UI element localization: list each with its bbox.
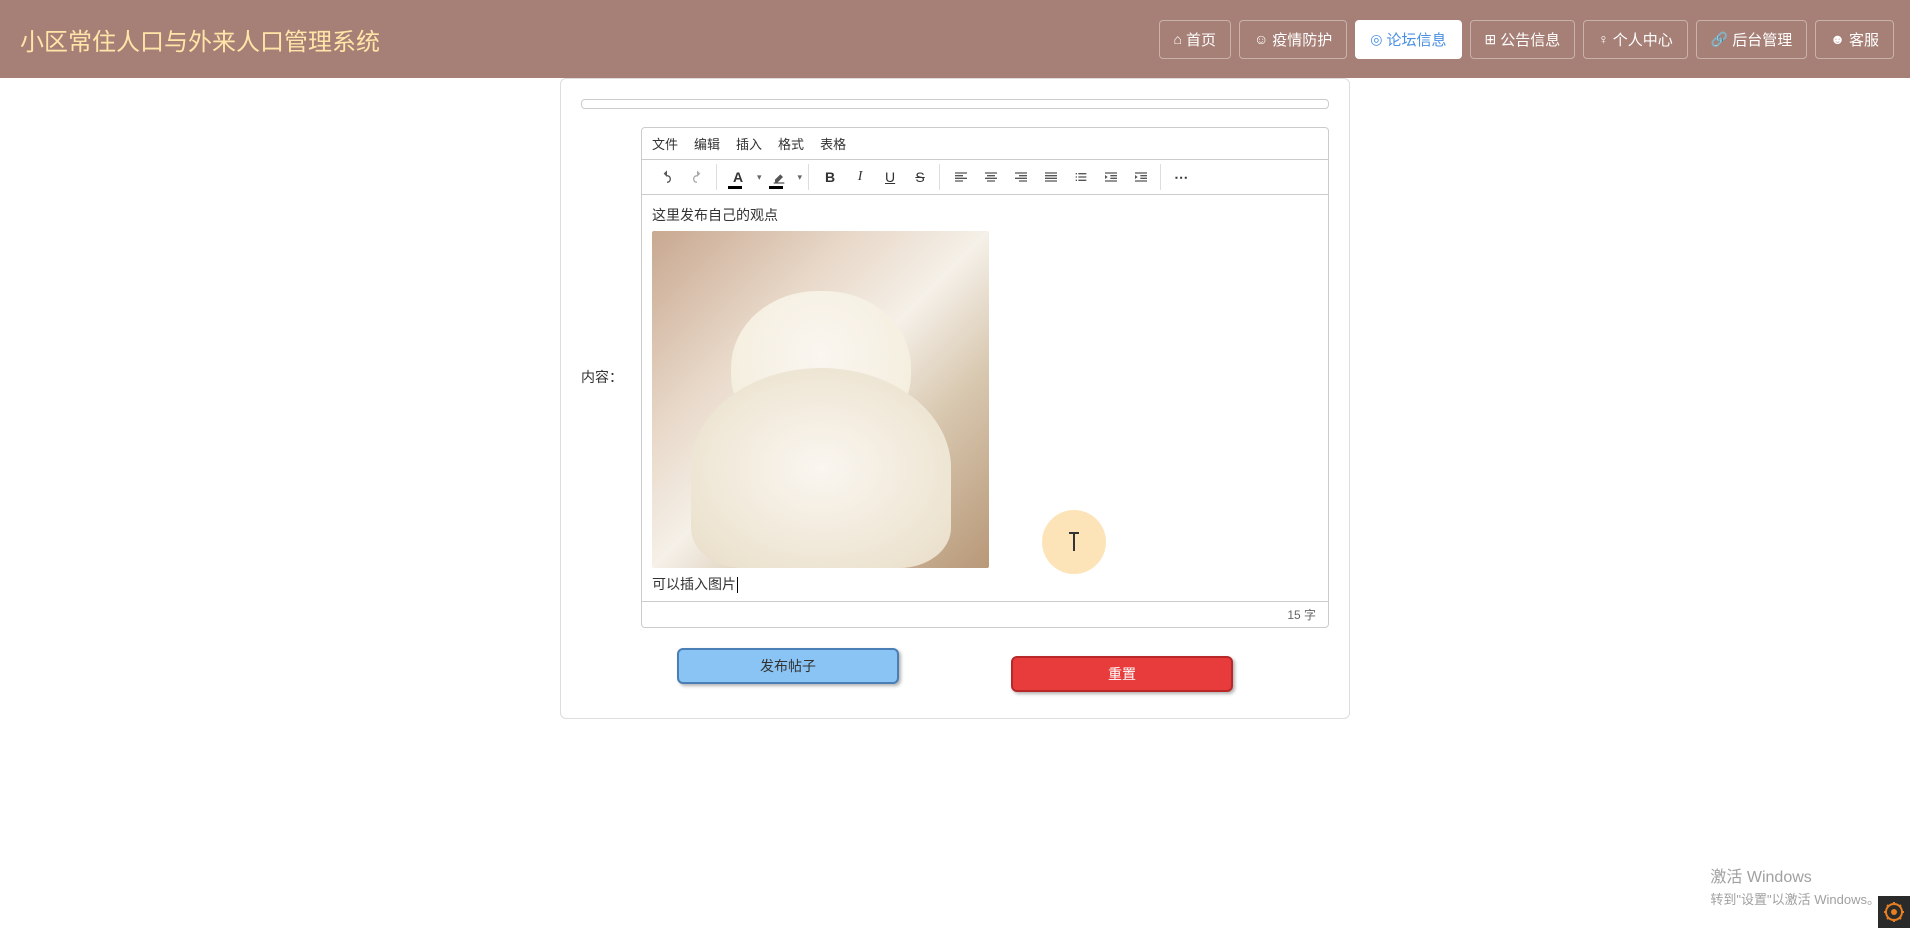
bold-icon: B <box>825 169 835 185</box>
nav-announce-label: 公告信息 <box>1500 29 1560 50</box>
content-text-line1: 这里发布自己的观点 <box>652 205 1318 225</box>
bold-button[interactable]: B <box>817 164 843 190</box>
cursor-position-indicator <box>1042 510 1106 574</box>
text-cursor <box>737 577 738 593</box>
text-color-icon: A <box>733 169 743 185</box>
menu-insert[interactable]: 插入 <box>736 134 762 153</box>
inserted-image[interactable] <box>652 231 989 568</box>
bg-color-button[interactable] <box>766 164 792 190</box>
editor-content-area[interactable]: 这里发布自己的观点 可以插入图片 <box>642 195 1328 601</box>
user-icon: ♀ <box>1598 31 1609 47</box>
bg-color-dropdown[interactable]: ▾ <box>798 172 803 183</box>
more-icon: ⋯ <box>1174 169 1190 186</box>
italic-button[interactable]: I <box>847 164 873 190</box>
indent-icon <box>1133 169 1149 185</box>
nav-epidemic-label: 疫情防护 <box>1272 29 1332 50</box>
align-left-icon <box>953 169 969 185</box>
windows-watermark: 激活 Windows 转到"设置"以激活 Windows。 <box>1710 863 1880 908</box>
corner-app-icon[interactable] <box>1878 896 1910 928</box>
nav-forum[interactable]: ◎ 论坛信息 <box>1355 20 1461 59</box>
home-icon: ⌂ <box>1174 31 1182 47</box>
main-nav: ⌂ 首页 ☺ 疫情防护 ◎ 论坛信息 ⊞ 公告信息 ♀ 个人中心 🔗 后台管理 … <box>1159 20 1895 59</box>
nav-backend-label: 后台管理 <box>1732 29 1792 50</box>
align-justify-button[interactable] <box>1038 164 1064 190</box>
redo-icon <box>689 169 705 185</box>
watermark-subtitle: 转到"设置"以激活 Windows。 <box>1710 889 1880 908</box>
list-button[interactable] <box>1068 164 1094 190</box>
underline-button[interactable]: U <box>877 164 903 190</box>
headset-icon: ☻ <box>1830 31 1845 47</box>
link-icon: 🔗 <box>1711 31 1728 48</box>
outdent-button[interactable] <box>1098 164 1124 190</box>
nav-personal-label: 个人中心 <box>1613 29 1673 50</box>
form-buttons: 发布帖子 重置 <box>581 628 1329 698</box>
align-left-button[interactable] <box>948 164 974 190</box>
text-color-button[interactable]: A <box>725 164 751 190</box>
rich-editor: 文件 编辑 插入 格式 表格 A <box>641 127 1329 628</box>
text-color-dropdown[interactable]: ▾ <box>757 172 762 183</box>
align-right-button[interactable] <box>1008 164 1034 190</box>
redo-button[interactable] <box>684 164 710 190</box>
content-text-line2: 可以插入图片 <box>652 574 1318 594</box>
chat-icon: ◎ <box>1370 31 1382 48</box>
strikethrough-button[interactable]: S <box>907 164 933 190</box>
nav-home-label: 首页 <box>1186 29 1216 50</box>
title-input-box[interactable] <box>581 99 1329 109</box>
content-row: 内容： 文件 编辑 插入 格式 表格 <box>581 127 1329 628</box>
main-form: 内容： 文件 编辑 插入 格式 表格 <box>560 78 1350 719</box>
align-justify-icon <box>1043 169 1059 185</box>
publish-button[interactable]: 发布帖子 <box>677 648 899 684</box>
app-title: 小区常住人口与外来人口管理系统 <box>20 22 380 57</box>
indent-button[interactable] <box>1128 164 1154 190</box>
word-count: 15 字 <box>642 601 1328 627</box>
list-icon <box>1073 169 1089 185</box>
nav-service[interactable]: ☻ 客服 <box>1815 20 1894 59</box>
nav-announce[interactable]: ⊞ 公告信息 <box>1470 20 1576 59</box>
outdent-icon <box>1103 169 1119 185</box>
underline-icon: U <box>885 169 895 185</box>
italic-icon: I <box>858 169 863 185</box>
grid-icon: ⊞ <box>1485 31 1497 48</box>
menu-file[interactable]: 文件 <box>652 134 678 153</box>
align-right-icon <box>1013 169 1029 185</box>
nav-home[interactable]: ⌂ 首页 <box>1159 20 1231 59</box>
menu-format[interactable]: 格式 <box>778 134 804 153</box>
menu-edit[interactable]: 编辑 <box>694 134 720 153</box>
editor-toolbar: A ▾ ▾ B I U S <box>642 160 1328 195</box>
align-center-icon <box>983 169 999 185</box>
nav-epidemic[interactable]: ☺ 疫情防护 <box>1239 20 1347 59</box>
nav-forum-label: 论坛信息 <box>1387 29 1447 50</box>
content-label: 内容： <box>581 127 641 387</box>
strikethrough-icon: S <box>915 169 924 185</box>
shield-icon: ☺ <box>1254 31 1268 47</box>
nav-backend[interactable]: 🔗 后台管理 <box>1696 20 1807 59</box>
highlight-icon <box>771 169 787 185</box>
more-button[interactable]: ⋯ <box>1169 164 1195 190</box>
menu-table[interactable]: 表格 <box>820 134 846 153</box>
editor-menubar: 文件 编辑 插入 格式 表格 <box>642 128 1328 160</box>
watermark-title: 激活 Windows <box>1710 863 1880 887</box>
nav-personal[interactable]: ♀ 个人中心 <box>1583 20 1688 59</box>
undo-button[interactable] <box>654 164 680 190</box>
app-header: 小区常住人口与外来人口管理系统 ⌂ 首页 ☺ 疫情防护 ◎ 论坛信息 ⊞ 公告信… <box>0 0 1910 78</box>
gear-icon <box>1882 900 1906 924</box>
align-center-button[interactable] <box>978 164 1004 190</box>
undo-icon <box>659 169 675 185</box>
nav-service-label: 客服 <box>1849 29 1879 50</box>
reset-button[interactable]: 重置 <box>1011 656 1233 692</box>
